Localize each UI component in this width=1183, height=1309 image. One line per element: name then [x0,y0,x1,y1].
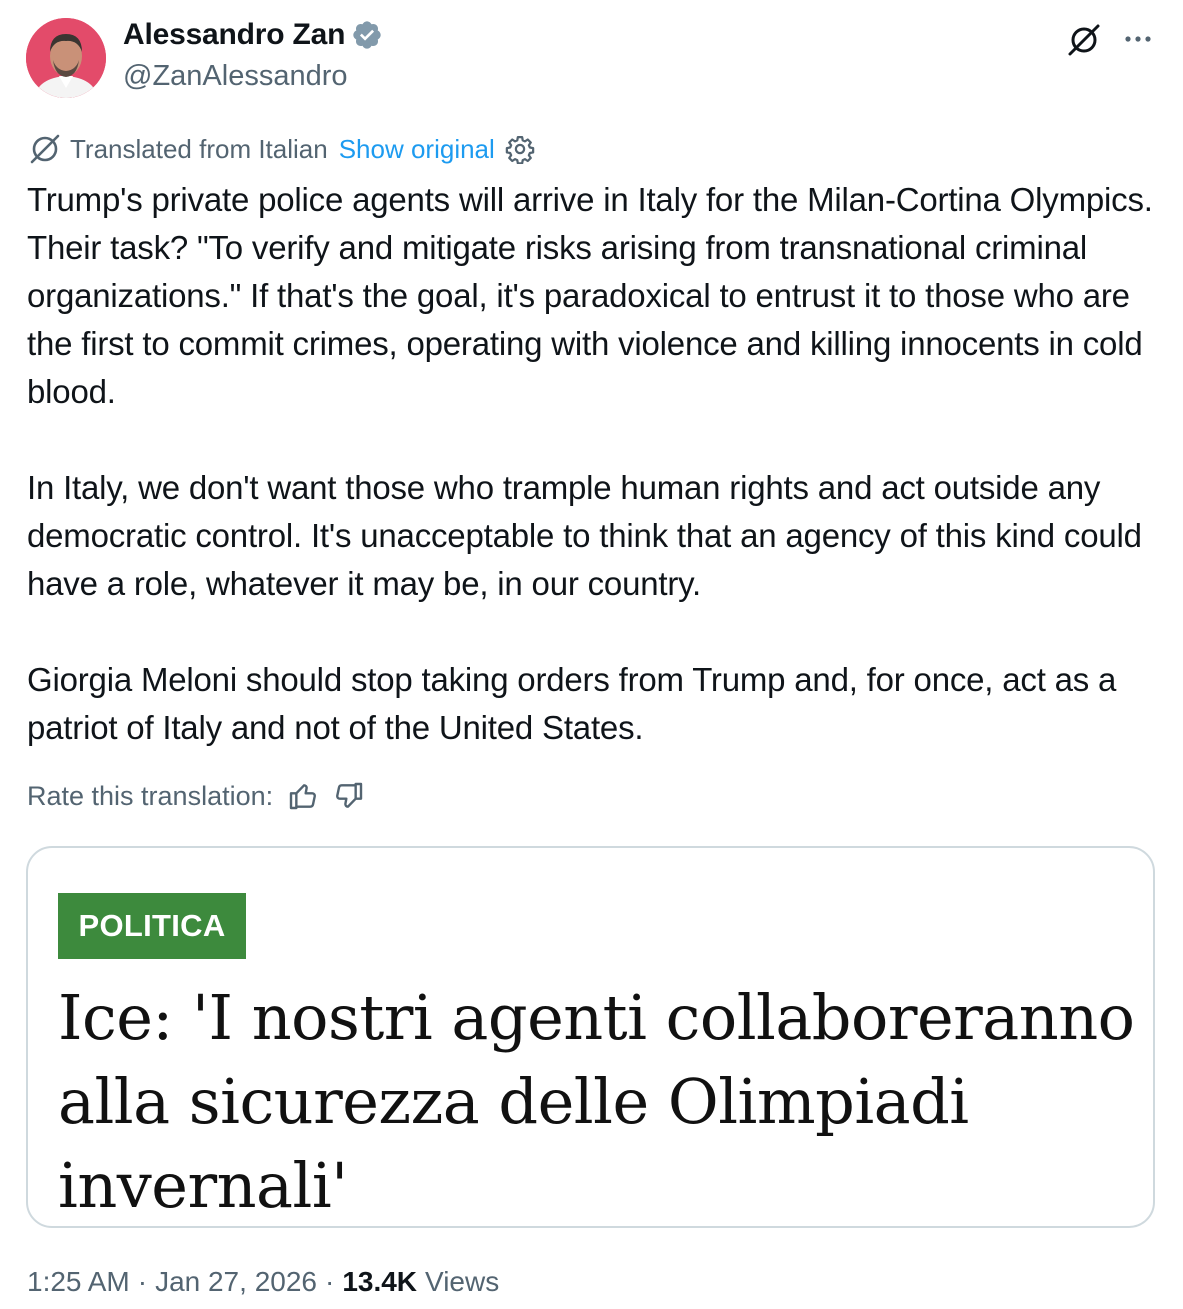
more-icon[interactable] [1120,24,1156,54]
tweet-date[interactable]: Jan 27, 2026 [155,1266,317,1298]
tweet-time[interactable]: 1:25 AM [27,1266,130,1298]
meta-separator: · [137,1266,148,1297]
tweet-meta: 1:25 AM · Jan 27, 2026 · 13.4K Views [27,1266,499,1298]
card-headline: Ice: 'I nostri agenti collaboreranno all… [58,981,1135,1222]
translation-bar: Translated from Italian Show original [28,132,535,166]
author-handle[interactable]: @ZanAlessandro [123,60,348,93]
tweet-paragraph: Trump's private police agents will arriv… [27,181,1153,410]
tweet-text: Trump's private police agents will arriv… [27,176,1162,752]
link-card[interactable]: POLITICA Ice: 'I nostri agenti collabore… [26,846,1155,1228]
author-name[interactable]: Alessandro Zan [123,18,345,52]
show-original-link[interactable]: Show original [339,134,495,165]
views-label: Views [425,1266,500,1297]
grok-icon[interactable] [1066,22,1102,58]
tweet-paragraph: In Italy, we don't want those who trampl… [27,469,1142,602]
author-name-row[interactable]: Alessandro Zan [123,18,383,52]
thumbs-down-icon[interactable] [333,780,365,812]
translate-icon [30,134,60,164]
avatar-image [26,18,106,98]
tweet-paragraph: Giorgia Meloni should stop taking orders… [27,661,1117,746]
verified-badge-icon [353,21,381,49]
views-count: 13.4K [342,1266,418,1297]
thumbs-up-icon[interactable] [287,780,319,812]
meta-separator: · [324,1266,335,1297]
rate-translation-label: Rate this translation: [27,780,274,811]
gear-icon[interactable] [505,134,535,164]
translated-label: Translated from Italian [70,133,328,164]
category-badge: POLITICA [58,893,246,959]
rate-translation-row: Rate this translation: [27,780,365,812]
avatar[interactable] [26,18,106,98]
